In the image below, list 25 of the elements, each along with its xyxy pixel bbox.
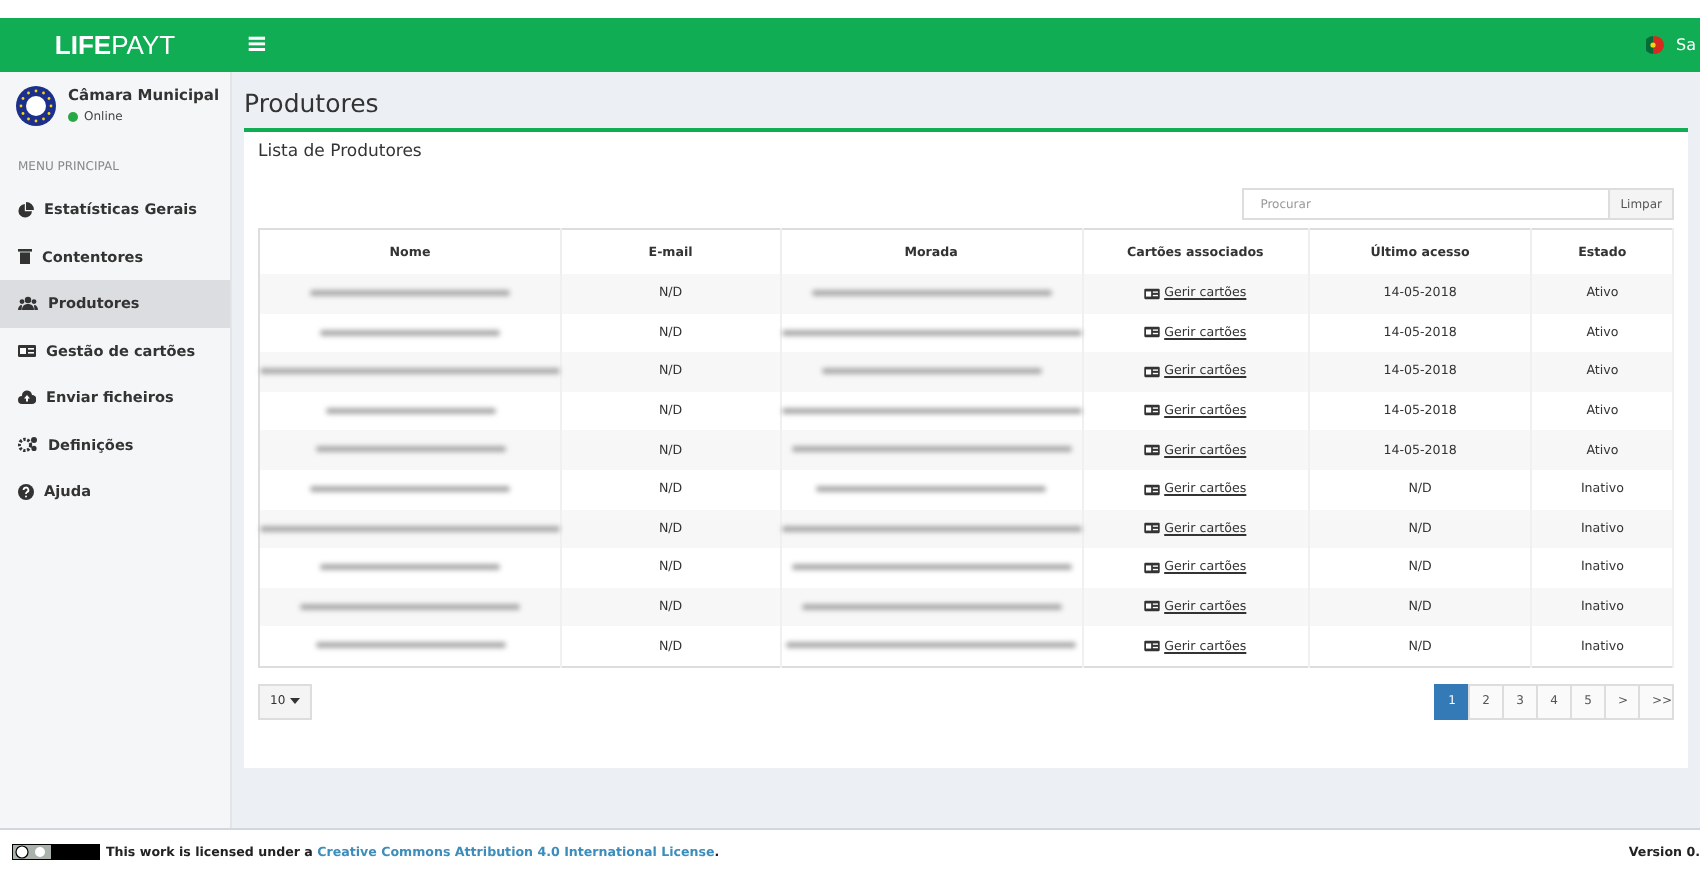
id-card-icon (1144, 483, 1161, 496)
brand-logo: LIFEPAYT (52, 30, 178, 60)
id-card-icon (18, 343, 36, 358)
id-card-icon (1144, 365, 1161, 378)
help-icon (18, 483, 34, 500)
panel-title: Lista de Produtores (258, 140, 424, 166)
cloud-upload-icon (18, 390, 36, 405)
gears-icon (18, 436, 38, 453)
id-card-icon (1144, 326, 1161, 339)
users-icon (18, 296, 38, 311)
pie-chart-icon (18, 201, 34, 218)
license-badge-icon (12, 844, 100, 860)
id-card-icon (1144, 287, 1161, 300)
trash-icon (18, 248, 32, 265)
caret-icon (289, 698, 300, 705)
id-card-icon (1144, 404, 1161, 417)
avatar-icon (16, 86, 56, 126)
id-card-icon (1144, 561, 1161, 574)
page-title: Produtores (242, 86, 381, 120)
status-dot (68, 112, 78, 122)
flag-icon[interactable] (1646, 36, 1664, 54)
id-card-icon (1144, 639, 1161, 652)
id-card-icon (1144, 522, 1161, 535)
id-card-icon (1144, 443, 1161, 456)
id-card-icon (1144, 600, 1161, 613)
